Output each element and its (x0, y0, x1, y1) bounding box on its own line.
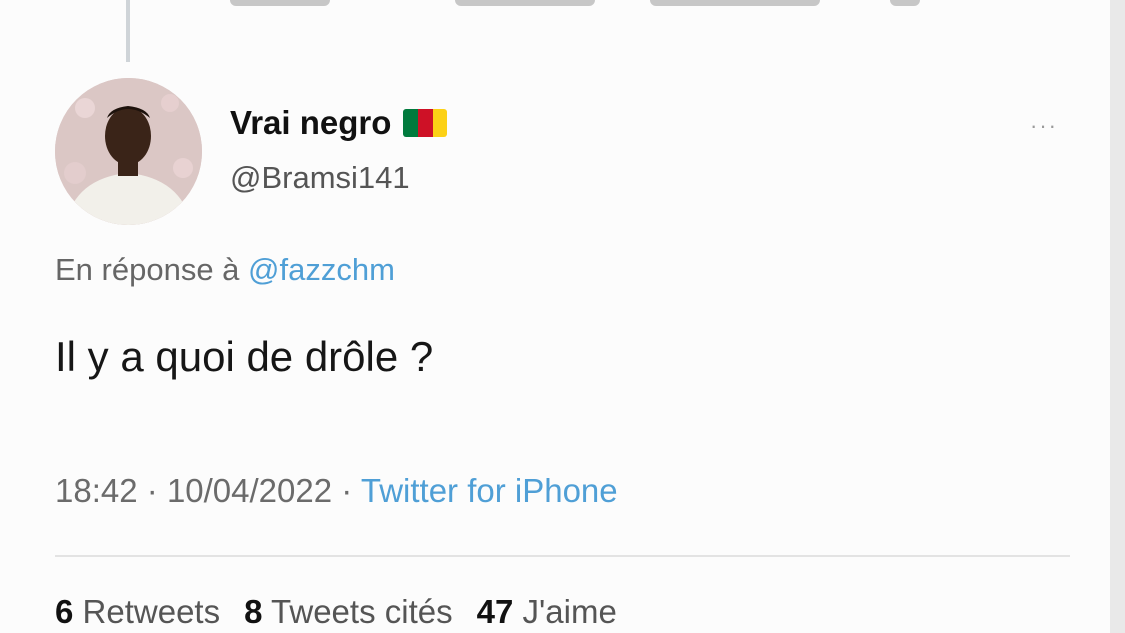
tweet-date[interactable]: 10/04/2022 (167, 472, 332, 509)
likes-count: 47 (476, 593, 514, 630)
retweet-action-icon[interactable] (455, 0, 595, 6)
likes-label: J'aime (522, 593, 617, 630)
tweet-metadata: 18:42 · 10/04/2022 · Twitter for iPhone (55, 472, 618, 510)
quotes-stat[interactable]: 8 Tweets cités (244, 593, 453, 631)
reply-context: En réponse à @fazzchm (55, 252, 395, 288)
retweets-count: 6 (55, 593, 74, 630)
tweet-text: Il y a quoi de drôle ? (55, 333, 434, 380)
quotes-count: 8 (244, 593, 263, 630)
avatar[interactable] (55, 78, 202, 225)
author-display-name[interactable]: Vrai negro (230, 104, 391, 142)
cameroon-flag-icon (403, 109, 448, 137)
quotes-label: Tweets cités (271, 593, 453, 630)
tweet-card: Vrai negro @Bramsi141 ··· En réponse à @… (0, 0, 1110, 633)
divider (55, 555, 1070, 557)
thread-connector-line (126, 0, 130, 62)
retweets-label: Retweets (82, 593, 221, 630)
page-edge (1110, 0, 1125, 633)
likes-stat[interactable]: 47 J'aime (477, 593, 617, 631)
tweet-client-link[interactable]: Twitter for iPhone (361, 472, 618, 509)
retweets-stat[interactable]: 6 Retweets (55, 593, 220, 631)
author-name-row[interactable]: Vrai negro (230, 104, 448, 142)
meta-separator: · (146, 472, 158, 509)
reply-action-icon[interactable] (230, 0, 330, 6)
author-handle[interactable]: @Bramsi141 (230, 160, 410, 196)
engagement-stats: 6 Retweets 8 Tweets cités 47 J'aime (55, 593, 617, 631)
meta-separator: · (341, 472, 353, 509)
reply-prefix: En réponse à (55, 252, 240, 287)
previous-tweet-actions (0, 0, 1110, 12)
more-options-icon[interactable]: ··· (1030, 113, 1058, 139)
reply-mention-link[interactable]: @fazzchm (248, 252, 395, 287)
avatar-image (55, 78, 202, 225)
share-action-icon[interactable] (890, 0, 920, 6)
like-action-icon[interactable] (650, 0, 820, 6)
tweet-time[interactable]: 18:42 (55, 472, 138, 509)
